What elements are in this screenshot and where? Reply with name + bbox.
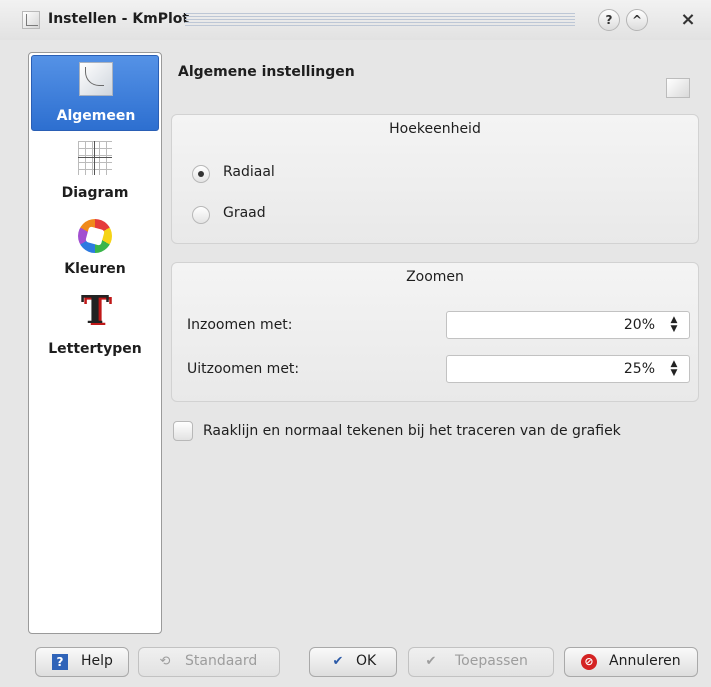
- grid-icon: [78, 141, 112, 175]
- kmplot-app-icon[interactable]: [22, 11, 40, 29]
- help-button-label: Help: [81, 653, 113, 669]
- tangent-checkbox[interactable]: [173, 421, 193, 441]
- title-bar-decoration: [185, 13, 575, 27]
- page-title: Algemene instellingen: [178, 64, 355, 80]
- toepassen-button[interactable]: ✔ Toepassen: [408, 647, 554, 677]
- toepassen-button-label: Toepassen: [455, 653, 528, 669]
- fx-icon: [666, 78, 690, 98]
- close-icon[interactable]: ×: [677, 9, 699, 31]
- annuleren-button-label: Annuleren: [609, 653, 681, 669]
- zoom-out-spinbox[interactable]: 25% ▲ ▼: [446, 355, 690, 383]
- fx-icon: [79, 62, 113, 96]
- window-title: Instellen - KmPlot: [48, 11, 190, 27]
- sidebar-item-label: Lettertypen: [48, 341, 142, 357]
- chevron-up-icon[interactable]: ^: [626, 9, 648, 31]
- graad-radio[interactable]: [192, 206, 210, 224]
- settings-sidebar: Algemeen Diagram Kleuren T Lettertypen: [28, 52, 162, 634]
- help-icon[interactable]: ?: [598, 9, 620, 31]
- zoom-in-spinbox[interactable]: 20% ▲ ▼: [446, 311, 690, 339]
- font-icon: T: [80, 287, 110, 332]
- sidebar-item-label: Diagram: [61, 185, 129, 201]
- annuleren-button[interactable]: ⊘ Annuleren: [564, 647, 698, 677]
- colors-icon: [78, 219, 112, 253]
- sidebar-item-label: Kleuren: [64, 261, 126, 277]
- zoom-out-label: Uitzoomen met:: [187, 361, 300, 377]
- spin-arrows-icon[interactable]: ▲ ▼: [667, 360, 681, 378]
- graad-label[interactable]: Graad: [223, 205, 266, 221]
- standaard-button-label: Standaard: [185, 653, 258, 669]
- radiaal-radio[interactable]: [192, 165, 210, 183]
- sidebar-item-label: Algemeen: [56, 108, 136, 124]
- sidebar-item-algemeen[interactable]: Algemeen: [31, 55, 159, 131]
- cancel-icon: ⊘: [581, 654, 597, 670]
- ok-button-label: OK: [356, 653, 377, 669]
- sidebar-item-lettertypen[interactable]: T Lettertypen: [31, 291, 159, 363]
- tangent-checkbox-label[interactable]: Raaklijn en normaal tekenen bij het trac…: [203, 423, 621, 439]
- help-book-icon: ?: [52, 654, 68, 670]
- group-title: Hoekeenheid: [389, 121, 481, 137]
- spin-arrows-icon[interactable]: ▲ ▼: [667, 316, 681, 334]
- group-title: Zoomen: [406, 269, 464, 285]
- checkmark-icon: ✔: [332, 654, 344, 669]
- title-bar[interactable]: Instellen - KmPlot ? ^ ×: [0, 0, 711, 40]
- zoom-group: Zoomen Inzoomen met: 20% ▲ ▼ Uitzoomen me…: [171, 262, 699, 402]
- sidebar-item-diagram[interactable]: Diagram: [31, 137, 159, 209]
- zoom-in-value[interactable]: 20%: [624, 317, 655, 333]
- checkmark-icon: ✔: [425, 654, 437, 669]
- reset-icon: ⟲: [159, 654, 171, 669]
- angle-unit-group: Hoekeenheid Radiaal Graad: [171, 114, 699, 244]
- radiaal-label[interactable]: Radiaal: [223, 164, 275, 180]
- zoom-out-value[interactable]: 25%: [624, 361, 655, 377]
- sidebar-item-kleuren[interactable]: Kleuren: [31, 213, 159, 285]
- standaard-button[interactable]: ⟲ Standaard: [138, 647, 280, 677]
- zoom-in-label: Inzoomen met:: [187, 317, 293, 333]
- ok-button[interactable]: ✔ OK: [309, 647, 397, 677]
- help-button[interactable]: ? Help: [35, 647, 129, 677]
